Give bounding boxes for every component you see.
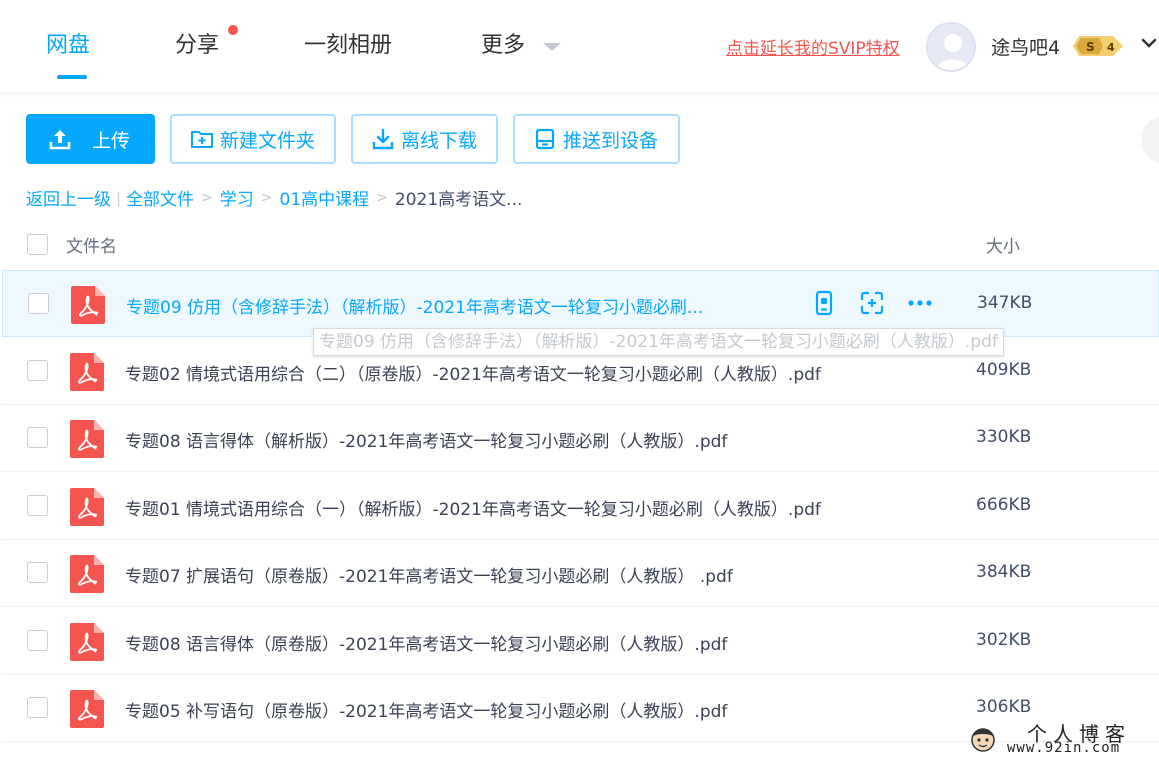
file-name[interactable]: 专题02 情境式语用综合（二）（原卷版）-2021年高考语文一轮复习小题必刷（人… [125,360,821,385]
send-to-phone-icon[interactable] [811,290,837,316]
table-row[interactable]: 专题09 仿用（含修辞手法）（解析版）-2021年高考语文一轮复习小题必刷...… [2,270,1159,337]
table-row[interactable]: 专题08 语言得体（解析版）-2021年高考语文一轮复习小题必刷（人教版）.pd… [2,405,1159,472]
offline-download-label: 离线下载 [401,129,478,152]
avatar[interactable] [926,22,976,72]
breadcrumb: 返回上一级 | 全部文件 > 学习 > 01高中课程 > 2021高考语文... [26,185,523,211]
tab-netdisk[interactable]: 网盘 [46,30,90,62]
device-icon [535,128,555,150]
file-name[interactable]: 专题09 仿用（含修辞手法）（解析版）-2021年高考语文一轮复习小题必刷... [126,293,703,318]
pdf-file-icon [70,353,104,391]
file-name[interactable]: 专题08 语言得体（解析版）-2021年高考语文一轮复习小题必刷（人教版）.pd… [125,427,727,452]
file-size: 330KB [976,427,1032,447]
more-actions-icon[interactable] [907,290,933,316]
breadcrumb-item-highschool[interactable]: 01高中课程 [280,185,370,210]
download-icon [372,128,394,150]
file-size: 347KB [977,293,1033,313]
tab-moment-album[interactable]: 一刻相册 [304,30,392,62]
upload-label: 上传 [92,129,131,152]
breadcrumb-item-all-files[interactable]: 全部文件 [126,185,194,210]
row-checkbox[interactable] [27,697,48,718]
breadcrumb-separator-icon: > [376,189,388,206]
file-size: 384KB [976,562,1032,582]
row-checkbox[interactable] [27,495,48,516]
column-name-header[interactable]: 文件名 [66,232,117,257]
tab-share[interactable]: 分享 [175,30,219,62]
pdf-file-icon [71,286,105,324]
svip-renew-link[interactable]: 点击延长我的SVIP特权 [726,34,900,59]
file-name-tooltip: 专题09 仿用（含修辞手法）（解析版）-2021年高考语文一轮复习小题必刷（人教… [313,328,1004,356]
push-to-device-button[interactable]: 推送到设备 [513,114,680,164]
svip-level-number: 4 [1107,41,1115,54]
folder-add-icon [191,131,213,148]
row-checkbox[interactable] [27,427,48,448]
file-size: 409KB [976,360,1032,380]
offline-download-button[interactable]: 离线下载 [351,114,498,164]
file-name[interactable]: 专题01 情境式语用综合（一）（解析版）-2021年高考语文一轮复习小题必刷（人… [125,495,821,520]
notification-dot [228,25,238,35]
pdf-file-icon [70,420,104,458]
top-nav-bar: 网盘 分享 一刻相册 更多 点击延长我的SVIP特权 途鸟吧4 S 4 [0,0,1159,92]
row-checkbox[interactable] [27,562,48,583]
breadcrumb-back[interactable]: 返回上一级 [26,185,111,210]
pdf-file-icon [70,623,104,661]
file-size: 666KB [976,495,1032,515]
active-tab-indicator [57,75,87,79]
upload-button[interactable]: 上传 [26,114,155,164]
file-list-header: 文件名 大小 [0,222,1159,266]
row-checkbox[interactable] [28,293,49,314]
watermark-url: www.92in.com [1007,740,1121,756]
select-all-checkbox[interactable] [27,234,48,255]
breadcrumb-item-study[interactable]: 学习 [220,185,254,210]
upload-icon [49,130,71,150]
file-size: 302KB [976,630,1032,650]
pdf-file-icon [70,555,104,593]
column-size-header[interactable]: 大小 [986,232,1020,257]
chevron-down-icon[interactable] [1140,34,1158,52]
new-folder-label: 新建文件夹 [220,129,316,152]
nav-divider [0,92,1159,98]
share-link-icon[interactable] [859,290,885,316]
svip-symbol: S [1086,40,1095,54]
pdf-file-icon [70,690,104,728]
new-folder-button[interactable]: 新建文件夹 [170,114,336,164]
table-row[interactable]: 专题07 扩展语句（原卷版）-2021年高考语文一轮复习小题必刷（人教版） .p… [2,540,1159,607]
file-name[interactable]: 专题07 扩展语句（原卷版）-2021年高考语文一轮复习小题必刷（人教版） .p… [125,562,733,587]
row-checkbox[interactable] [27,630,48,651]
pdf-file-icon [70,488,104,526]
file-size: 306KB [976,697,1032,717]
breadcrumb-divider: | [116,188,122,207]
username[interactable]: 途鸟吧4 [991,33,1060,60]
svip-level-badge: S 4 [1073,34,1125,58]
watermark: 个人博客 www.92in.com [965,718,1159,760]
blog-logo-icon [971,728,995,752]
caret-down-icon[interactable] [543,43,561,51]
breadcrumb-separator-icon: > [260,189,273,206]
search-box[interactable] [1142,117,1159,163]
tab-more[interactable]: 更多 [481,30,525,62]
breadcrumb-separator-icon: > [201,189,213,206]
file-name[interactable]: 专题05 补写语句（原卷版）-2021年高考语文一轮复习小题必刷（人教版）.pd… [125,697,727,722]
table-row[interactable]: 专题08 语言得体（原卷版）-2021年高考语文一轮复习小题必刷（人教版）.pd… [2,608,1159,675]
breadcrumb-current: 2021高考语文... [394,190,523,210]
file-name[interactable]: 专题08 语言得体（原卷版）-2021年高考语文一轮复习小题必刷（人教版）.pd… [125,630,727,655]
row-checkbox[interactable] [27,360,48,381]
table-row[interactable]: 专题01 情境式语用综合（一）（解析版）-2021年高考语文一轮复习小题必刷（人… [2,473,1159,540]
push-to-device-label: 推送到设备 [563,129,659,152]
